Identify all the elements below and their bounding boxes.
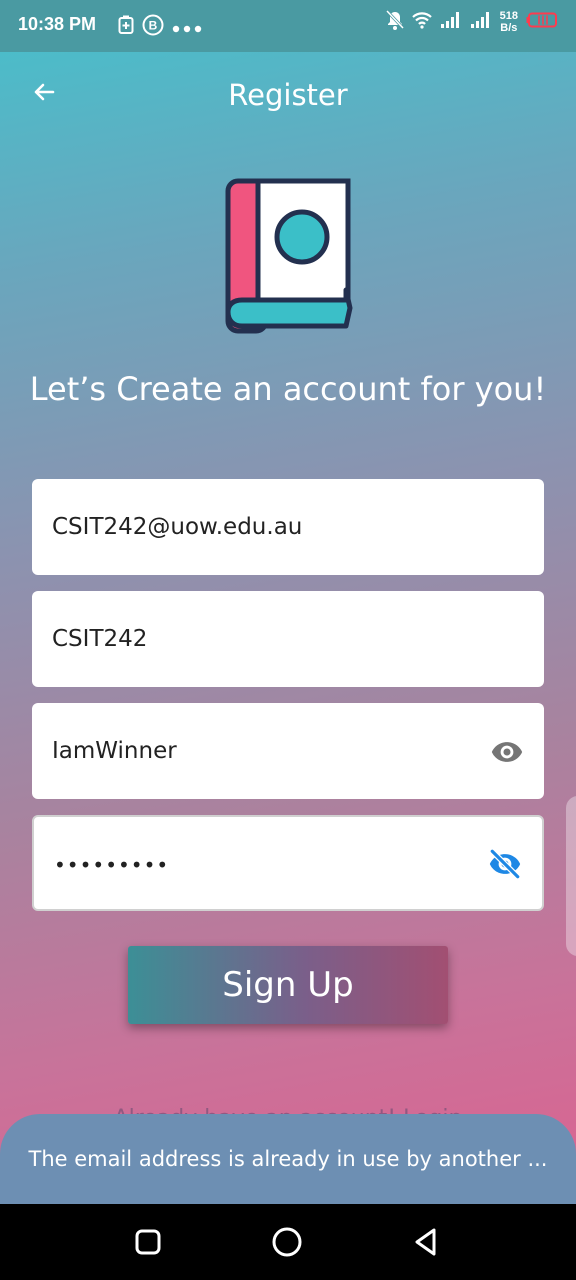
confirm-password-input[interactable]: [54, 817, 474, 913]
edge-panel-handle[interactable]: [566, 796, 576, 956]
book-logo-icon: [220, 176, 354, 344]
password-input[interactable]: [52, 703, 472, 799]
status-bar: 10:38 PM B 518 B/s: [0, 0, 576, 52]
toast-message: The email address is already in use by a…: [28, 1147, 548, 1171]
battery-icon: [526, 12, 558, 32]
eye-off-icon[interactable]: [488, 847, 522, 881]
mute-bell-icon: [385, 9, 404, 34]
password-field[interactable]: [32, 703, 544, 799]
recent-apps-icon[interactable]: [132, 1226, 164, 1258]
eye-icon[interactable]: [490, 735, 524, 769]
system-nav-bar: [0, 1204, 576, 1280]
network-speed-value: 518: [499, 10, 518, 22]
username-field[interactable]: [32, 591, 544, 687]
network-speed: 518 B/s: [500, 10, 518, 34]
home-icon[interactable]: [271, 1226, 303, 1258]
network-speed-unit: B/s: [500, 22, 518, 34]
app-bar: Register: [0, 52, 576, 142]
signal-icon: [470, 11, 492, 33]
status-time: 10:38 PM: [18, 14, 97, 34]
headline: Let’s Create an account for you!: [29, 370, 547, 408]
error-toast: The email address is already in use by a…: [0, 1114, 576, 1204]
username-input[interactable]: [52, 591, 472, 687]
more-dots-icon: [172, 18, 202, 37]
back-triangle-icon[interactable]: [410, 1226, 442, 1258]
battery-saver-icon: [118, 15, 134, 39]
svg-text:B: B: [149, 19, 158, 33]
email-input[interactable]: [52, 479, 472, 575]
wifi-icon: [411, 11, 432, 33]
sign-up-button[interactable]: Sign Up: [128, 946, 448, 1024]
signal-icon: [440, 11, 462, 33]
register-screen: 10:38 PM B 518 B/s Register Let’s Create…: [0, 0, 576, 1280]
email-field[interactable]: [32, 479, 544, 575]
confirm-password-field[interactable]: [32, 815, 544, 913]
b-circle-icon: B: [142, 14, 164, 40]
page-title: Register: [228, 78, 348, 112]
